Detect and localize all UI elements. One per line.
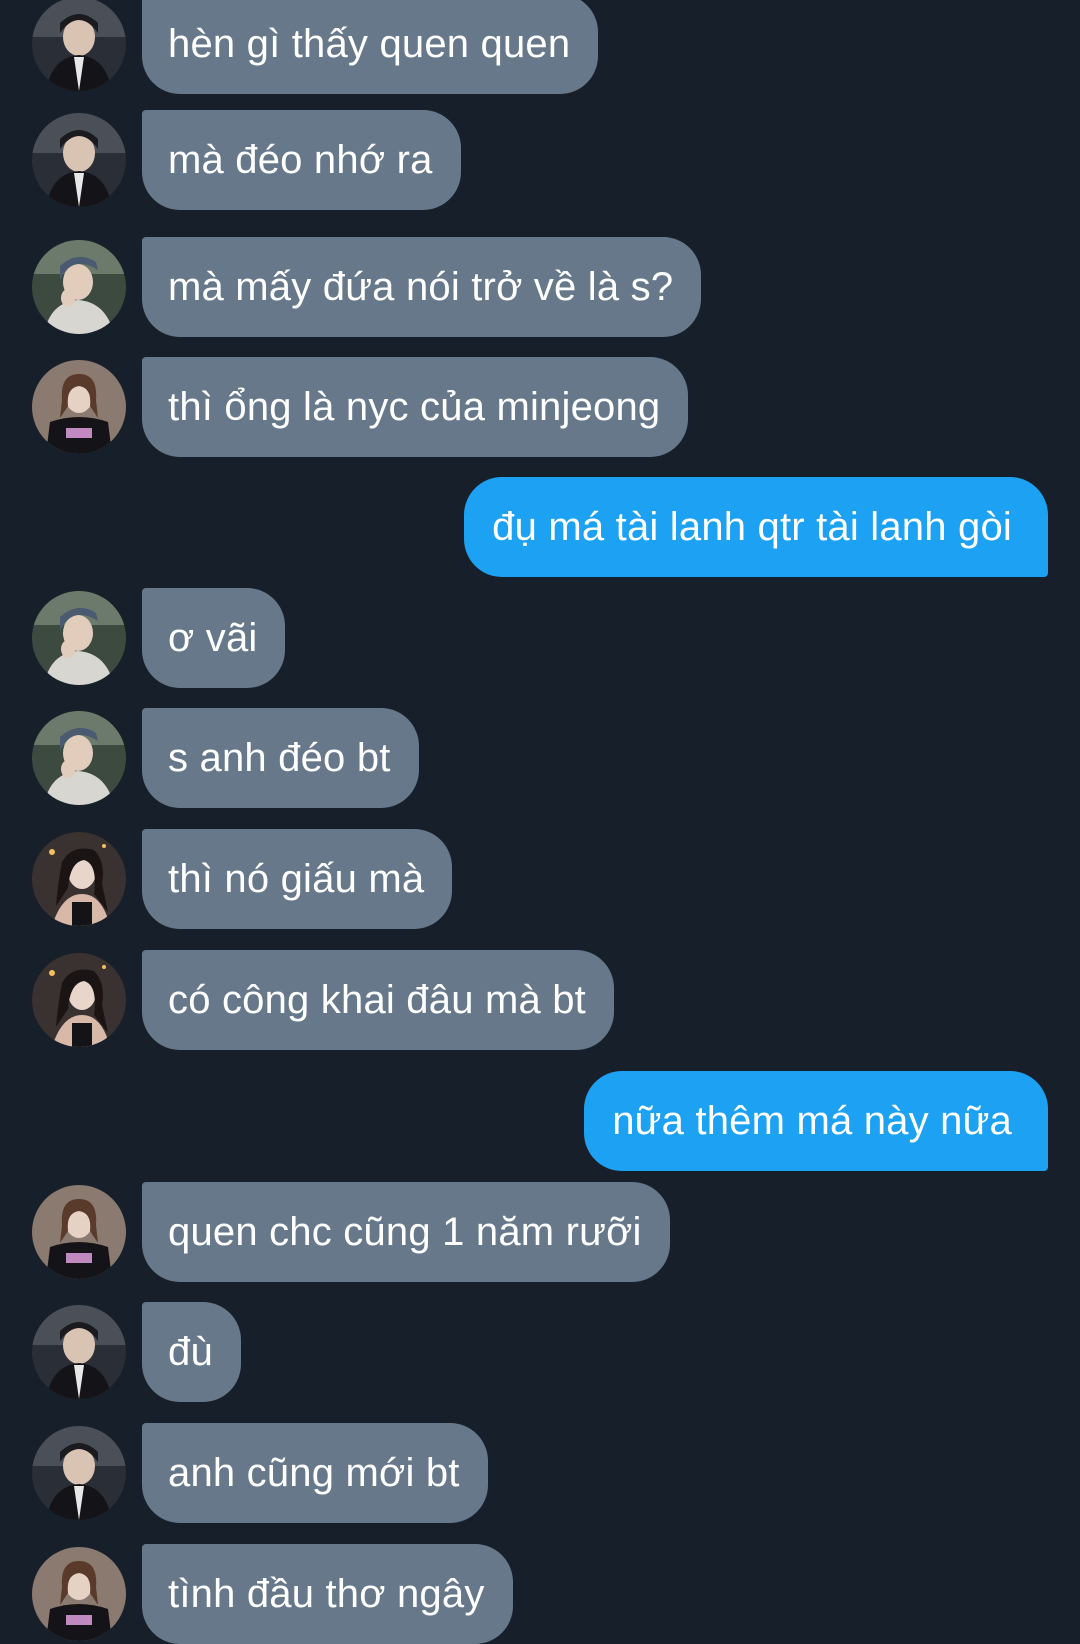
message-row: đụ má tài lanh qtr tài lanh gòi — [0, 477, 1080, 577]
message-row: thì ổng là nyc của minjeong — [0, 357, 1080, 457]
avatar-girl-hair[interactable] — [32, 953, 126, 1047]
message-bubble[interactable]: mà đéo nhớ ra — [142, 110, 461, 210]
message-row: mà đéo nhớ ra — [0, 110, 1080, 210]
message-bubble[interactable]: đù — [142, 1302, 241, 1402]
avatar-boy-light[interactable] — [32, 240, 126, 334]
avatar-boy-light[interactable] — [32, 591, 126, 685]
message-row: s anh đéo bt — [0, 708, 1080, 808]
message-row: thì nó giấu mà — [0, 829, 1080, 929]
message-bubble[interactable]: đụ má tài lanh qtr tài lanh gòi — [464, 477, 1048, 577]
message-row: ơ vãi — [0, 588, 1080, 688]
message-bubble[interactable]: có công khai đâu mà bt — [142, 950, 614, 1050]
message-row: mà mấy đứa nói trở về là s? — [0, 237, 1080, 337]
message-bubble[interactable]: mà mấy đứa nói trở về là s? — [142, 237, 702, 337]
avatar-girl-shirt[interactable] — [32, 1185, 126, 1279]
message-bubble[interactable]: nữa thêm má này nữa — [584, 1071, 1048, 1171]
message-bubble[interactable]: thì nó giấu mà — [142, 829, 453, 929]
chat-thread[interactable]: hèn gì thấy quen quen mà đéo nhớ ra mà m… — [0, 0, 1080, 1644]
message-row: tình đầu thơ ngây — [0, 1544, 1080, 1644]
message-row: anh cũng mới bt — [0, 1423, 1080, 1523]
avatar-boy-dark[interactable] — [32, 0, 126, 91]
avatar-girl-hair[interactable] — [32, 832, 126, 926]
message-bubble[interactable]: quen chc cũng 1 năm rưỡi — [142, 1182, 670, 1282]
avatar-boy-dark[interactable] — [32, 1305, 126, 1399]
message-bubble[interactable]: thì ổng là nyc của minjeong — [142, 357, 689, 457]
avatar-boy-light[interactable] — [32, 711, 126, 805]
message-bubble[interactable]: tình đầu thơ ngây — [142, 1544, 513, 1644]
message-row: quen chc cũng 1 năm rưỡi — [0, 1182, 1080, 1282]
message-bubble[interactable]: anh cũng mới bt — [142, 1423, 488, 1523]
avatar-girl-shirt[interactable] — [32, 1547, 126, 1641]
message-row: hèn gì thấy quen quen — [0, 0, 1080, 94]
message-bubble[interactable]: ơ vãi — [142, 588, 286, 688]
avatar-girl-shirt[interactable] — [32, 360, 126, 454]
message-row: có công khai đâu mà bt — [0, 950, 1080, 1050]
message-bubble[interactable]: hèn gì thấy quen quen — [142, 0, 599, 94]
avatar-boy-dark[interactable] — [32, 113, 126, 207]
avatar-boy-dark[interactable] — [32, 1426, 126, 1520]
message-row: nữa thêm má này nữa — [0, 1071, 1080, 1171]
message-row: đù — [0, 1302, 1080, 1402]
message-bubble[interactable]: s anh đéo bt — [142, 708, 419, 808]
